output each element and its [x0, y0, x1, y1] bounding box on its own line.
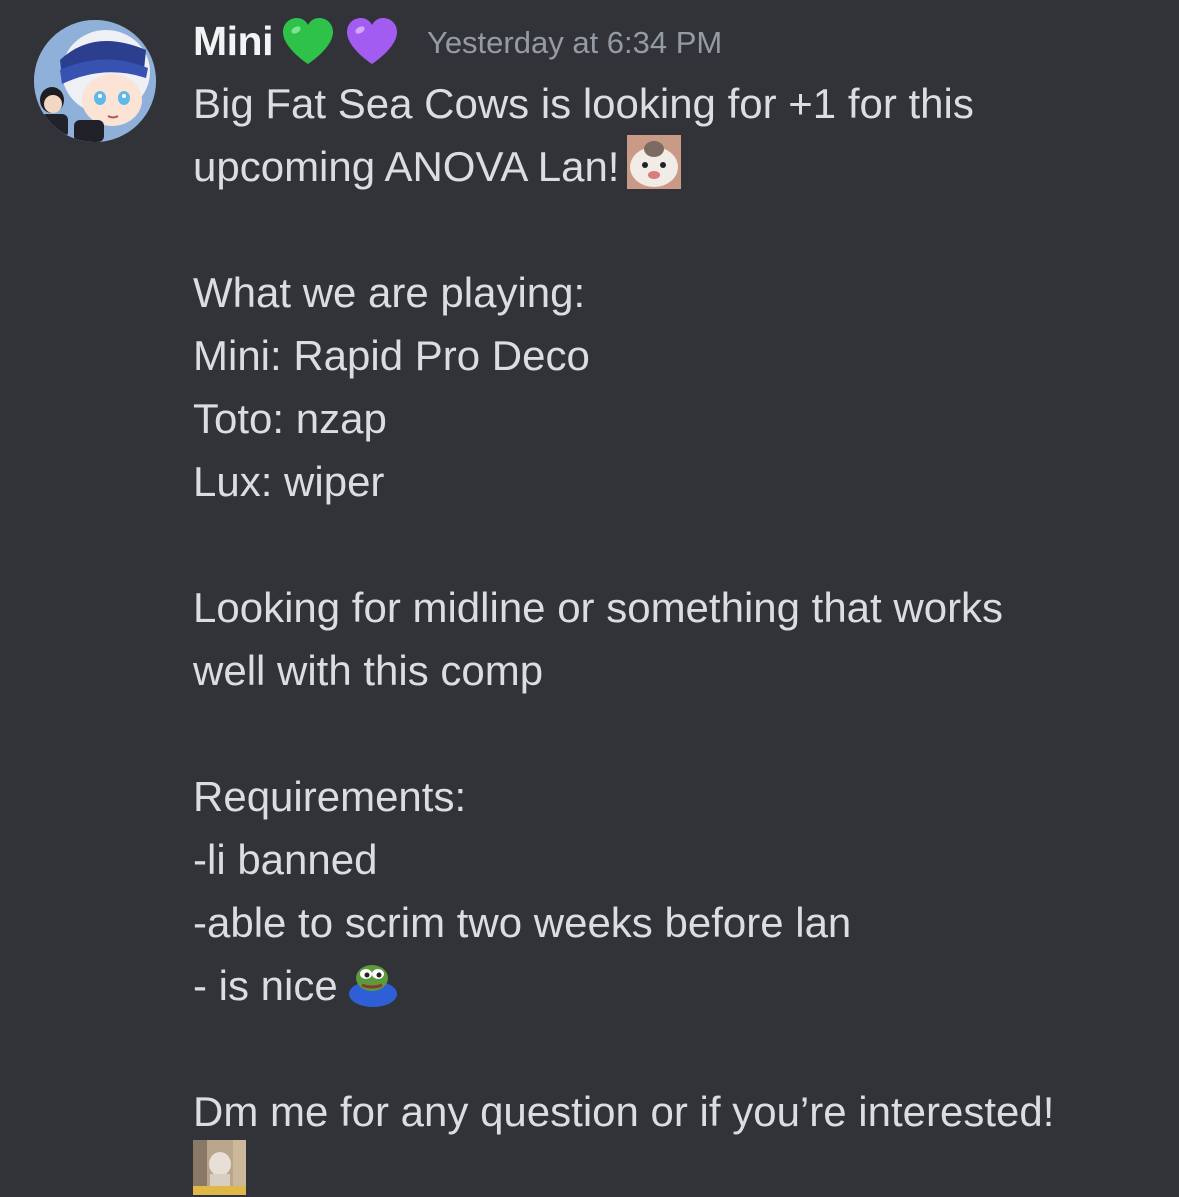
- message-line: Looking for midline or something that wo…: [193, 584, 1004, 631]
- blurry-cat-emoji-icon: [193, 1140, 246, 1195]
- pepe-frog-emoji-icon: [346, 960, 400, 1008]
- message-line: Dm me for any question or if you’re inte…: [193, 1088, 1055, 1135]
- message-line: upcoming ANOVA Lan!: [193, 135, 1153, 198]
- message-line: Big Fat Sea Cows is looking for +1 for t…: [193, 80, 974, 127]
- cat-emoji-icon: [627, 135, 682, 189]
- green-heart-icon: [279, 14, 337, 68]
- message-line: Lux: wiper: [193, 458, 385, 505]
- message-header: Mini Yesterday at 6:34 PM: [193, 12, 722, 70]
- message-line: well with this comp: [193, 647, 544, 694]
- user-avatar[interactable]: [34, 20, 156, 142]
- message-line: Toto: nzap: [193, 395, 387, 442]
- message-line: - is nice: [193, 954, 1153, 1017]
- chat-message: Mini Yesterday at 6:34 PM Big Fat Sea Co…: [0, 0, 1179, 1197]
- purple-heart-icon: [343, 14, 401, 68]
- username[interactable]: Mini: [193, 18, 273, 65]
- message-line: What we are playing:: [193, 269, 586, 316]
- message-line: -li banned: [193, 836, 378, 883]
- message-line: Requirements:: [193, 773, 467, 820]
- message-line: Mini: Rapid Pro Deco: [193, 332, 590, 379]
- message-content: Big Fat Sea Cows is looking for +1 for t…: [193, 72, 1153, 1143]
- message-line: -able to scrim two weeks before lan: [193, 899, 852, 946]
- message-timestamp[interactable]: Yesterday at 6:34 PM: [427, 25, 722, 61]
